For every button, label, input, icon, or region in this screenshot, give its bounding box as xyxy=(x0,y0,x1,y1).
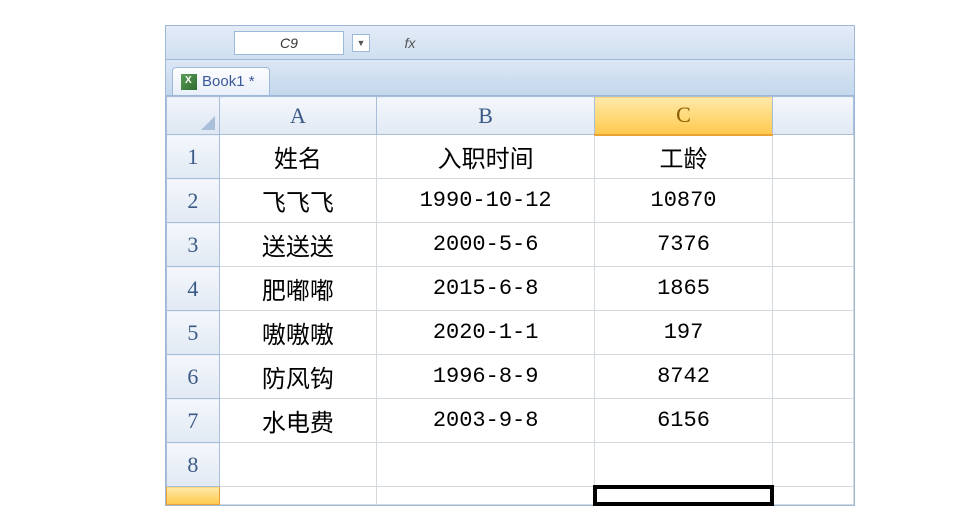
cell-a2[interactable]: 飞飞飞 xyxy=(219,179,376,223)
cell-d8[interactable] xyxy=(772,443,853,487)
cell-b2[interactable]: 1990-10-12 xyxy=(377,179,595,223)
workbook-tab-label: Book1 * xyxy=(202,73,255,90)
cell-a7[interactable]: 水电费 xyxy=(219,399,376,443)
workbook-tab-bar: Book1 * xyxy=(166,60,854,96)
cell-c6[interactable]: 8742 xyxy=(595,355,773,399)
excel-icon xyxy=(181,74,197,90)
cell-b5[interactable]: 2020-1-1 xyxy=(377,311,595,355)
select-all-corner[interactable] xyxy=(167,97,220,135)
cell-c5[interactable]: 197 xyxy=(595,311,773,355)
cell-d6[interactable] xyxy=(772,355,853,399)
cell-a4[interactable]: 肥嘟嘟 xyxy=(219,267,376,311)
cell-b4[interactable]: 2015-6-8 xyxy=(377,267,595,311)
row-header-3[interactable]: 3 xyxy=(167,223,220,267)
row-header-9[interactable] xyxy=(167,487,220,505)
cell-c2[interactable]: 10870 xyxy=(595,179,773,223)
cell-b7[interactable]: 2003-9-8 xyxy=(377,399,595,443)
cell-b1[interactable]: 入职时间 xyxy=(377,135,595,179)
cell-a1[interactable]: 姓名 xyxy=(219,135,376,179)
cell-c3[interactable]: 7376 xyxy=(595,223,773,267)
cell-c7[interactable]: 6156 xyxy=(595,399,773,443)
cell-d2[interactable] xyxy=(772,179,853,223)
row-header-4[interactable]: 4 xyxy=(167,267,220,311)
col-header-b[interactable]: B xyxy=(377,97,595,135)
cell-a9[interactable] xyxy=(219,487,376,505)
spreadsheet-grid[interactable]: A B C 1 姓名 入职时间 工龄 2 飞飞飞 1990-10-12 1087… xyxy=(166,96,854,505)
col-header-a[interactable]: A xyxy=(219,97,376,135)
row-header-2[interactable]: 2 xyxy=(167,179,220,223)
formula-bar: C9 ▼ fx xyxy=(166,26,854,60)
workbook-tab[interactable]: Book1 * xyxy=(172,67,270,95)
row-header-1[interactable]: 1 xyxy=(167,135,220,179)
cell-d4[interactable] xyxy=(772,267,853,311)
cell-a3[interactable]: 送送送 xyxy=(219,223,376,267)
name-box[interactable]: C9 xyxy=(234,31,344,55)
name-box-dropdown[interactable]: ▼ xyxy=(352,34,370,52)
fx-button[interactable]: fx xyxy=(398,33,422,53)
cell-d3[interactable] xyxy=(772,223,853,267)
cell-c1[interactable]: 工龄 xyxy=(595,135,773,179)
cell-c8[interactable] xyxy=(595,443,773,487)
cell-a8[interactable] xyxy=(219,443,376,487)
col-header-c[interactable]: C xyxy=(595,97,773,135)
row-header-8[interactable]: 8 xyxy=(167,443,220,487)
fx-area: fx xyxy=(398,33,422,53)
col-header-d[interactable] xyxy=(772,97,853,135)
row-header-6[interactable]: 6 xyxy=(167,355,220,399)
excel-window: C9 ▼ fx Book1 * A B C 1 姓名 入职时间 工龄 xyxy=(165,25,855,506)
cell-d5[interactable] xyxy=(772,311,853,355)
row-header-5[interactable]: 5 xyxy=(167,311,220,355)
cell-a6[interactable]: 防风钩 xyxy=(219,355,376,399)
cell-b9[interactable] xyxy=(377,487,595,505)
cell-d1[interactable] xyxy=(772,135,853,179)
cell-b6[interactable]: 1996-8-9 xyxy=(377,355,595,399)
row-header-7[interactable]: 7 xyxy=(167,399,220,443)
cell-d9[interactable] xyxy=(772,487,853,505)
cell-c9[interactable] xyxy=(595,487,773,505)
cell-a5[interactable]: 嗷嗷嗷 xyxy=(219,311,376,355)
cell-c4[interactable]: 1865 xyxy=(595,267,773,311)
cell-b3[interactable]: 2000-5-6 xyxy=(377,223,595,267)
cell-d7[interactable] xyxy=(772,399,853,443)
cell-b8[interactable] xyxy=(377,443,595,487)
